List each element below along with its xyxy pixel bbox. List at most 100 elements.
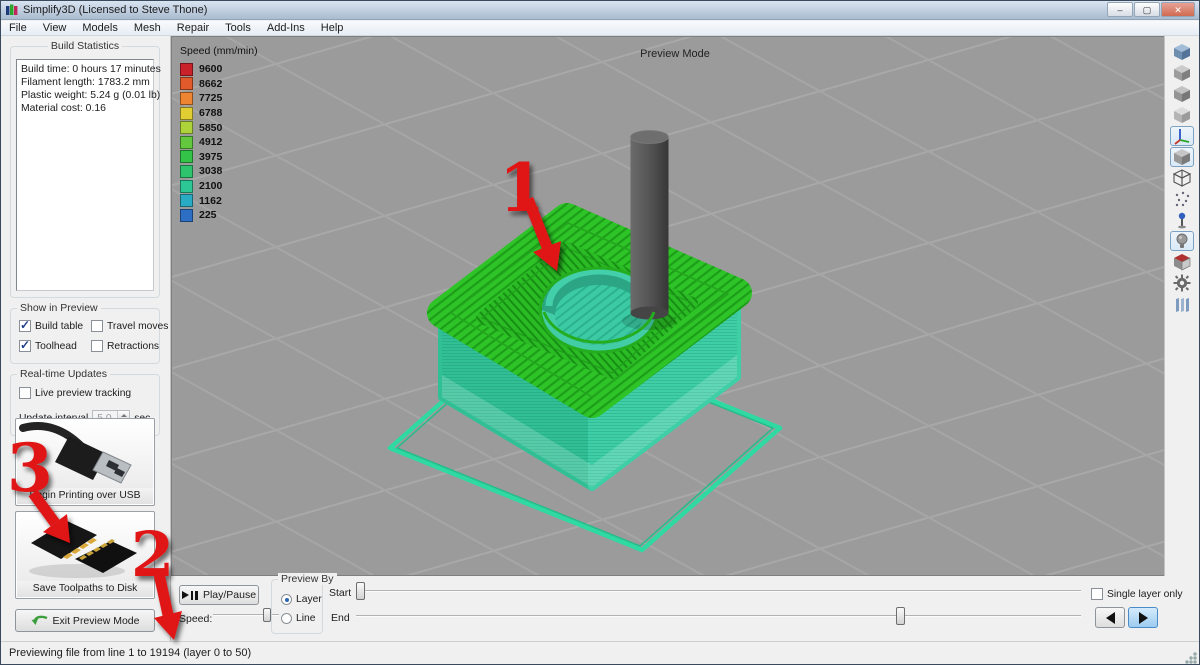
legend-swatch	[180, 209, 193, 222]
preview-3d-viewport[interactable]: Preview Mode Speed (mm/min) 9600 8662 77…	[171, 36, 1166, 576]
window-title: Simplify3D (Licensed to Steve Thone)	[23, 4, 207, 16]
normals-pin-icon[interactable]	[1170, 210, 1194, 230]
view-cube-blue-icon[interactable]	[1170, 42, 1194, 62]
legend-row: 6788	[180, 106, 258, 121]
begin-printing-usb-button[interactable]: Begin Printing over USB	[15, 418, 155, 506]
gear-icon[interactable]	[1170, 273, 1194, 293]
legend-swatch	[180, 194, 193, 207]
title-bar[interactable]: Simplify3D (Licensed to Steve Thone) – ▢…	[1, 1, 1199, 20]
cross-section-icon[interactable]	[1170, 252, 1194, 272]
preview-controls-bar: Play/Pause Speed: Preview By Layer Line …	[171, 576, 1166, 641]
menu-item-models[interactable]: Models	[74, 22, 125, 34]
layer-radio-icon[interactable]	[281, 594, 292, 605]
view-cube-grey-icon-3[interactable]	[1170, 105, 1194, 125]
resize-grip[interactable]	[1184, 651, 1197, 664]
end-layer-slider[interactable]	[356, 607, 1081, 625]
build-table-checkbox-icon[interactable]	[19, 320, 31, 332]
status-bar: Previewing file from line 1 to 19194 (la…	[1, 641, 1199, 665]
green-back-arrow-icon	[31, 615, 48, 627]
menu-item-mesh[interactable]: Mesh	[126, 22, 169, 34]
preview-by-group: Preview By Layer Line	[271, 579, 323, 634]
preview-by-title: Preview By	[278, 573, 337, 585]
maximize-button-icon[interactable]: ▢	[1134, 2, 1160, 17]
save-toolpaths-button[interactable]: Save Toolpaths to Disk	[15, 511, 155, 599]
usb-plug-image	[17, 420, 153, 488]
next-layer-button[interactable]	[1128, 607, 1158, 628]
legend-row: 5850	[180, 120, 258, 135]
stat-filament-length: Filament length: 1783.2 mm	[21, 76, 149, 89]
play-pause-button[interactable]: Play/Pause	[179, 585, 259, 605]
light-bulb-icon[interactable]	[1170, 231, 1194, 251]
line-radio-icon[interactable]	[281, 613, 292, 624]
menu-item-view[interactable]: View	[35, 22, 75, 34]
wireframe-cube-icon[interactable]	[1170, 168, 1194, 188]
view-cube-grey-icon-1[interactable]	[1170, 63, 1194, 83]
stat-build-time: Build time: 0 hours 17 minutes	[21, 63, 149, 76]
speed-slider-thumb[interactable]	[263, 608, 271, 622]
supports-icon[interactable]	[1170, 294, 1194, 314]
close-button-icon[interactable]: ✕	[1161, 2, 1195, 17]
start-slider-thumb[interactable]	[356, 582, 365, 600]
checkbox-build-table[interactable]: Build table	[19, 320, 83, 332]
radio-layer[interactable]: Layer	[281, 594, 322, 605]
points-view-icon[interactable]	[1170, 189, 1194, 209]
speed-label: Speed:	[179, 613, 212, 625]
sd-cards-image	[17, 513, 153, 581]
radio-line[interactable]: Line	[281, 613, 315, 624]
legend-title: Speed (mm/min)	[180, 45, 258, 57]
checkbox-live-preview[interactable]: Live preview tracking	[19, 387, 131, 399]
live-preview-checkbox-icon[interactable]	[19, 387, 31, 399]
single-layer-label: Single layer only	[1107, 589, 1183, 600]
start-layer-slider[interactable]	[356, 582, 1081, 600]
solid-view-cube-icon[interactable]	[1170, 147, 1194, 167]
legend-row: 9600	[180, 62, 258, 77]
next-arrow-icon	[1139, 612, 1148, 624]
menu-item-tools[interactable]: Tools	[217, 22, 259, 34]
start-label: Start	[329, 587, 351, 599]
single-layer-checkbox-icon[interactable]	[1091, 588, 1103, 600]
build-statistics-group: Build Statistics Build time: 0 hours 17 …	[10, 46, 160, 298]
checkbox-toolhead[interactable]: Toolhead	[19, 340, 77, 352]
menu-item-repair[interactable]: Repair	[169, 22, 217, 34]
checkbox-retractions[interactable]: Retractions	[91, 340, 159, 352]
menu-item-help[interactable]: Help	[313, 22, 352, 34]
legend-row: 7725	[180, 91, 258, 106]
legend-swatch	[180, 150, 193, 163]
end-label: End	[331, 612, 350, 624]
build-statistics-title: Build Statistics	[48, 40, 122, 52]
stat-material-cost: Material cost: 0.16	[21, 102, 149, 115]
view-cube-grey-icon-2[interactable]	[1170, 84, 1194, 104]
menu-bar: File View Models Mesh Repair Tools Add-I…	[1, 21, 1199, 36]
legend-swatch	[180, 121, 193, 134]
view-toolbar	[1164, 36, 1199, 641]
stat-plastic-weight: Plastic weight: 5.24 g (0.01 lb)	[21, 89, 149, 102]
legend-row: 4912	[180, 135, 258, 150]
exit-button-label: Exit Preview Mode	[53, 615, 140, 627]
minimize-button-icon[interactable]: –	[1107, 2, 1133, 17]
travel-moves-checkbox-icon[interactable]	[91, 320, 103, 332]
end-slider-thumb[interactable]	[896, 607, 905, 625]
speed-slider[interactable]	[213, 608, 279, 622]
play-icon	[182, 591, 189, 599]
exit-preview-mode-button[interactable]: Exit Preview Mode	[15, 609, 155, 632]
single-layer-checkbox-row[interactable]: Single layer only	[1091, 588, 1183, 600]
previous-layer-button[interactable]	[1095, 607, 1125, 628]
legend-swatch	[180, 77, 193, 90]
legend-row: 3975	[180, 150, 258, 165]
status-message: Previewing file from line 1 to 19194 (la…	[9, 647, 251, 659]
coordinate-axes-icon[interactable]	[1170, 126, 1194, 146]
preview-mode-label: Preview Mode	[640, 48, 710, 60]
usb-button-label: Begin Printing over USB	[17, 488, 153, 504]
retractions-checkbox-icon[interactable]	[91, 340, 103, 352]
legend-row: 2100	[180, 179, 258, 194]
menu-item-addins[interactable]: Add-Ins	[259, 22, 313, 34]
legend-row: 3038	[180, 164, 258, 179]
checkbox-travel-moves[interactable]: Travel moves	[91, 320, 168, 332]
play-pause-label: Play/Pause	[203, 589, 256, 601]
legend-row: 225	[180, 208, 258, 223]
legend-swatch	[180, 92, 193, 105]
toolhead-checkbox-icon[interactable]	[19, 340, 31, 352]
show-in-preview-group: Show in Preview Build table Travel moves…	[10, 308, 160, 364]
menu-item-file[interactable]: File	[1, 22, 35, 34]
build-statistics-box: Build time: 0 hours 17 minutes Filament …	[16, 59, 154, 291]
